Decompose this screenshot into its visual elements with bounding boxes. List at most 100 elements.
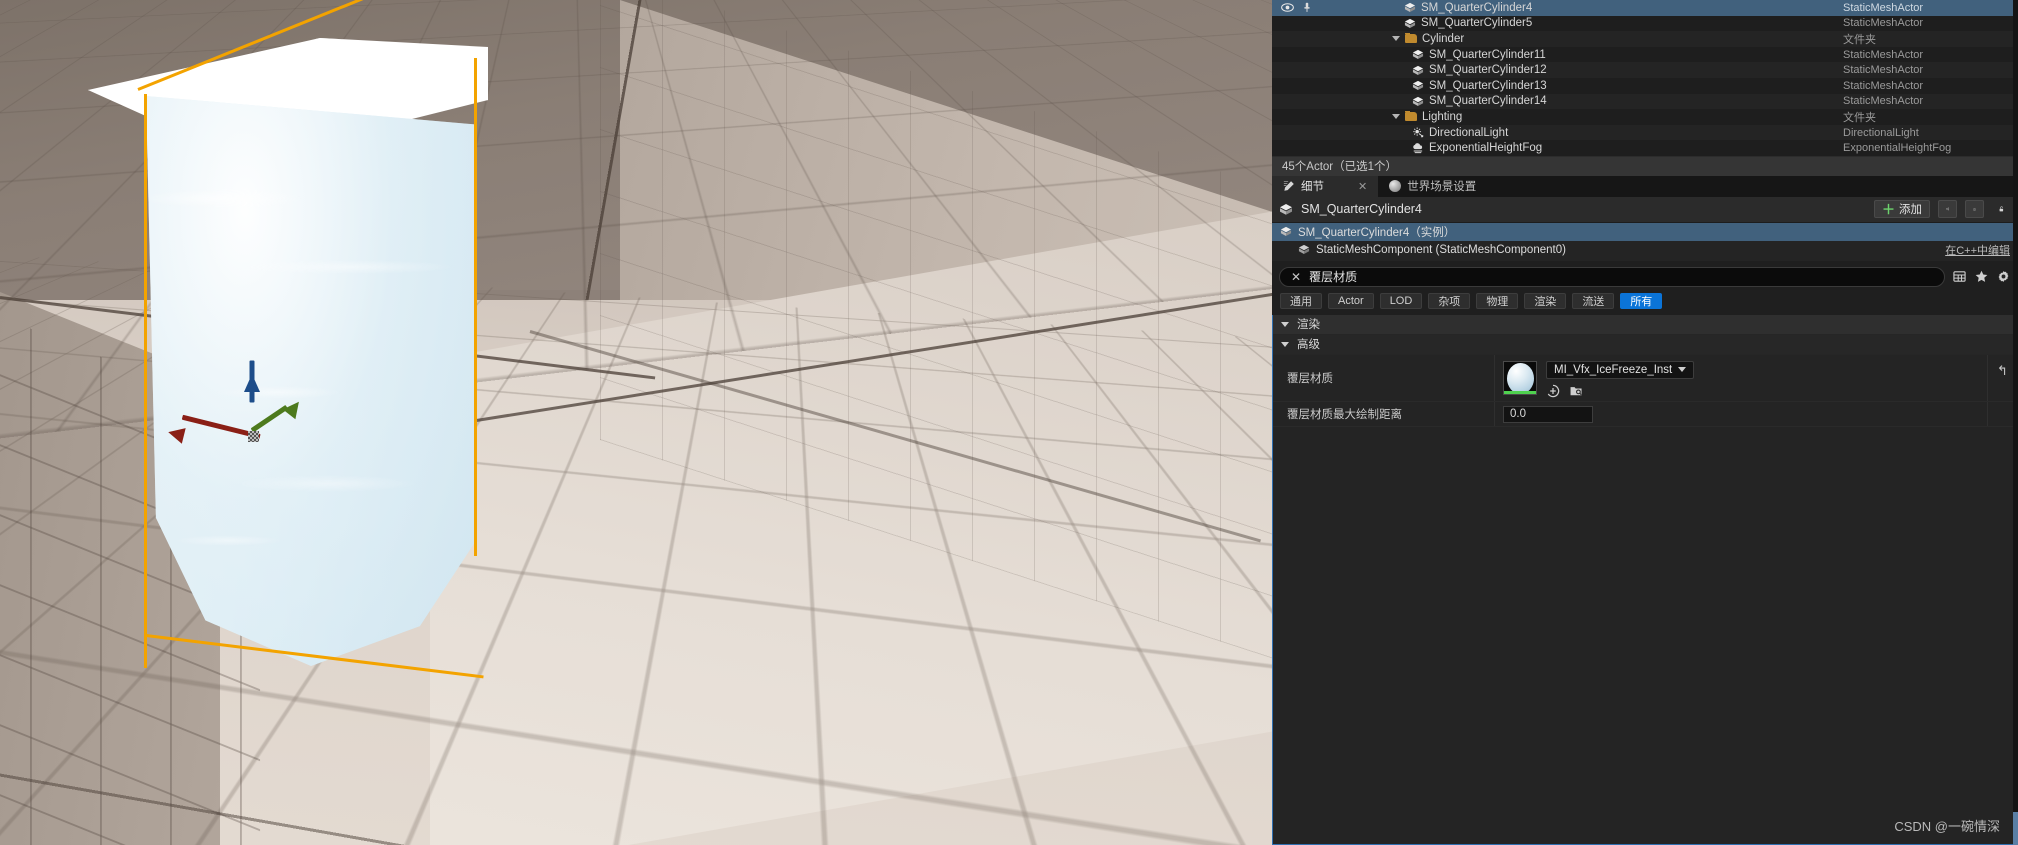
outliner-row-sm-quartercylinder14[interactable]: SM_QuarterCylinder14 StaticMeshActor [1272, 94, 2018, 110]
property-row-overlay-material: 覆层材质 MI_Vfx_IceFreeze_Inst ↰ [1273, 354, 2017, 402]
table-view-icon[interactable] [1952, 269, 1967, 284]
details-filter-bar: 通用 Actor LOD 杂项 物理 渲染 流送 所有 [1272, 289, 2018, 315]
filter-all[interactable]: 所有 [1620, 292, 1663, 309]
outliner-row-type: 文件夹 [1843, 111, 1876, 124]
star-icon[interactable] [1974, 269, 1989, 284]
property-value-max-draw-distance: 0.0 [1495, 402, 1987, 426]
directional-light-icon [1413, 127, 1424, 138]
outliner-row-name-wrap: SM_QuarterCylinder4 [1334, 2, 1843, 14]
visibility-eye-icon[interactable] [1281, 3, 1294, 13]
details-search-row: ✕ 覆层材质 [1272, 260, 2018, 290]
filter-general[interactable]: 通用 [1280, 292, 1322, 309]
static-mesh-icon [1298, 245, 1310, 255]
material-asset-picker[interactable]: MI_Vfx_IceFreeze_Inst [1546, 360, 1694, 379]
outliner-row-type: StaticMeshActor [1843, 79, 1924, 92]
outliner-row-directionallight[interactable]: DirectionalLight DirectionalLight [1272, 125, 2018, 141]
outliner-status-bar: 45个Actor（已选1个） [1272, 155, 2018, 176]
outliner-row-label: SM_QuarterCylinder12 [1429, 64, 1547, 77]
category-rendering[interactable]: 渲染 [1273, 314, 2017, 335]
clear-icon[interactable]: ✕ [1291, 270, 1301, 284]
outliner-row-folder-lighting[interactable]: Lighting 文件夹 [1272, 109, 2018, 125]
component-row-staticmeshcomponent[interactable]: StaticMeshComponent (StaticMeshComponent… [1272, 241, 2018, 259]
property-row-overlay-material-max-draw-distance: 覆层材质最大绘制距离 0.0 [1273, 401, 2017, 427]
outliner-row-sm-quartercylinder11[interactable]: SM_QuarterCylinder11 StaticMeshActor [1272, 46, 2018, 63]
level-viewport[interactable] [0, 0, 1272, 845]
details-header: SM_QuarterCylinder4 ＋ 添加 [1272, 196, 2018, 223]
add-component-label: 添加 [1899, 204, 1922, 217]
filter-rendering[interactable]: 渲染 [1524, 292, 1567, 309]
chevron-down-icon[interactable] [1281, 341, 1289, 347]
search-input[interactable]: ✕ 覆层材质 [1279, 266, 1945, 287]
chevron-down-icon[interactable] [1678, 367, 1686, 373]
outliner-row-type: StaticMeshActor [1843, 17, 1924, 30]
outliner-row-name-wrap: SM_QuarterCylinder5 [1334, 17, 1843, 29]
tab-details-close-icon[interactable]: ✕ [1358, 180, 1367, 193]
filter-lod[interactable]: LOD [1379, 292, 1423, 309]
outliner-row-name-wrap: DirectionalLight [1334, 127, 1843, 139]
outliner-row-sm-quartercylinder5[interactable]: SM_QuarterCylinder5 StaticMeshActor [1272, 15, 2018, 32]
blueprint-button[interactable] [1938, 200, 1957, 219]
filter-physics[interactable]: 物理 [1476, 292, 1519, 309]
static-mesh-icon [1412, 96, 1424, 106]
pin-icon[interactable] [1303, 2, 1311, 13]
outliner-row-label: ExponentialHeightFog [1429, 142, 1543, 155]
gear-icon[interactable] [1996, 269, 2011, 284]
static-mesh-icon [1280, 203, 1292, 215]
chevron-down-icon[interactable] [1392, 114, 1400, 120]
pencil-icon [1283, 181, 1294, 192]
property-value-overlay-material: MI_Vfx_IceFreeze_Inst [1495, 355, 1987, 401]
world-outliner[interactable]: SM_QuarterCylinder4 StaticMeshActor SM_Q… [1272, 0, 2018, 176]
category-advanced[interactable]: 高级 [1273, 334, 2017, 355]
component-row-root[interactable]: SM_QuarterCylinder4（实例） [1272, 222, 2018, 241]
globe-icon [1389, 180, 1402, 193]
help-button[interactable] [1965, 200, 1984, 219]
material-thumbnail-type-bar [1504, 390, 1536, 394]
selection-edge-left [144, 94, 147, 668]
outliner-row-type: StaticMeshActor [1843, 95, 1924, 108]
near-floor-plane-2 [430, 201, 1272, 845]
material-thumbnail[interactable] [1503, 360, 1537, 395]
outliner-row-label: SM_QuarterCylinder14 [1429, 95, 1547, 108]
search-value: 覆层材质 [1309, 270, 1358, 285]
lock-details-button[interactable] [1992, 200, 2011, 218]
transform-gizmo[interactable] [166, 360, 310, 466]
filter-actor[interactable]: Actor [1328, 292, 1374, 309]
tab-details[interactable]: 细节 ✕ [1272, 175, 1379, 197]
outliner-row-name-wrap: SM_QuarterCylinder13 [1334, 80, 1843, 92]
right-dock: SM_QuarterCylinder4 StaticMeshActor SM_Q… [1272, 0, 2018, 845]
max-draw-distance-input[interactable]: 0.0 [1503, 405, 1593, 423]
watermark: CSDN @一碗情深 [1894, 819, 2000, 834]
outliner-row-sm-quartercylinder4[interactable]: SM_QuarterCylinder4 StaticMeshActor [1272, 0, 2018, 16]
outliner-row-type: StaticMeshActor [1843, 1, 1924, 14]
outliner-row-type: DirectionalLight [1843, 126, 1919, 139]
gizmo-arrow-z[interactable] [244, 374, 260, 392]
plus-icon: ＋ [1881, 201, 1895, 217]
right-rail-thumb[interactable] [2013, 812, 2018, 845]
filter-streaming[interactable]: 流送 [1572, 292, 1615, 309]
outliner-row-exponentialheightfog[interactable]: ExponentialHeightFog ExponentialHeightFo… [1272, 140, 2018, 156]
component-tree[interactable]: SM_QuarterCylinder4（实例） StaticMeshCompon… [1272, 222, 2018, 261]
filter-misc[interactable]: 杂项 [1428, 292, 1471, 309]
outliner-row-sm-quartercylinder13[interactable]: SM_QuarterCylinder13 StaticMeshActor [1272, 77, 2018, 94]
tab-world-settings[interactable]: 世界场景设置 [1378, 176, 1487, 197]
edit-in-cpp-link[interactable]: 在C++中编辑 [1945, 242, 2010, 258]
gizmo-arrow-y[interactable] [282, 396, 306, 420]
browse-to-asset-icon[interactable] [1546, 384, 1560, 403]
gizmo-origin[interactable] [248, 431, 259, 442]
outliner-row-name-wrap: ExponentialHeightFog [1334, 142, 1843, 154]
outliner-row-folder-cylinder[interactable]: Cylinder 文件夹 [1272, 31, 2018, 47]
outliner-row-label: SM_QuarterCylinder4 [1421, 1, 1533, 14]
component-row-label: SM_QuarterCylinder4（实例） [1298, 226, 1456, 239]
static-mesh-icon [1404, 3, 1416, 13]
outliner-row-name-wrap: SM_QuarterCylinder14 [1334, 95, 1843, 107]
use-selected-asset-icon[interactable] [1569, 384, 1584, 403]
component-row-label: StaticMeshComponent (StaticMeshComponent… [1316, 243, 1566, 256]
outliner-row-controls [1272, 2, 1334, 13]
chevron-down-icon[interactable] [1281, 321, 1289, 327]
selected-static-mesh-ice-cylinder[interactable] [88, 0, 488, 679]
tab-details-label: 细节 [1301, 181, 1324, 194]
outliner-row-label: SM_QuarterCylinder11 [1429, 48, 1546, 61]
outliner-row-sm-quartercylinder12[interactable]: SM_QuarterCylinder12 StaticMeshActor [1272, 62, 2018, 78]
add-component-button[interactable]: ＋ 添加 [1873, 200, 1930, 219]
chevron-down-icon[interactable] [1392, 36, 1400, 42]
